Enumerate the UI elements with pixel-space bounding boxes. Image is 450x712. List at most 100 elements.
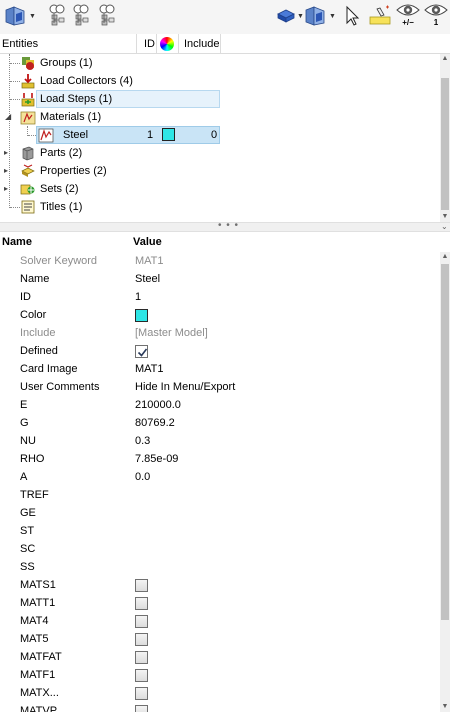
expand-icon[interactable]: ▸ xyxy=(4,166,8,176)
property-row[interactable]: E 210000.0 xyxy=(0,396,440,414)
tree-item-label: Load Collectors (4) xyxy=(40,75,133,87)
property-checkbox[interactable] xyxy=(135,633,148,646)
property-row[interactable]: MATF1 xyxy=(0,666,440,684)
property-name: Defined xyxy=(20,345,58,357)
property-row[interactable]: ST xyxy=(0,522,440,540)
color-wheel-icon[interactable] xyxy=(160,37,174,51)
tree-item-parts[interactable]: ▸ Parts (2) xyxy=(0,144,440,162)
property-value[interactable]: MAT1 xyxy=(135,360,164,378)
column-include[interactable]: Include xyxy=(184,34,219,54)
property-value[interactable]: 80769.2 xyxy=(135,414,175,432)
tree-item-label: Steel xyxy=(63,129,89,141)
highlight-button[interactable] xyxy=(368,4,392,28)
property-row[interactable]: ID 1 xyxy=(0,288,440,306)
property-name: MAT5 xyxy=(20,633,49,645)
tree-item-materials[interactable]: ◢ Materials (1) xyxy=(0,108,440,126)
property-row[interactable]: SS xyxy=(0,558,440,576)
property-row[interactable]: Color xyxy=(0,306,440,324)
property-row[interactable]: MAT5 xyxy=(0,630,440,648)
property-value[interactable]: 1 xyxy=(135,288,141,306)
property-value[interactable]: 210000.0 xyxy=(135,396,181,414)
panel-splitter[interactable]: • • • ⌄ xyxy=(0,220,450,232)
tree-item-sets[interactable]: ▸ Sets (2) xyxy=(0,180,440,198)
column-id[interactable]: ID xyxy=(144,34,155,54)
filter-button-2[interactable] xyxy=(70,4,92,28)
titles-icon xyxy=(21,200,35,214)
column-entities[interactable]: Entities xyxy=(2,34,38,54)
property-checkbox[interactable] xyxy=(135,651,148,664)
collapse-chevron-icon[interactable]: ⌄ xyxy=(441,222,449,231)
property-checkbox[interactable] xyxy=(135,669,148,682)
tree-item-properties[interactable]: ▸ Properties (2) xyxy=(0,162,440,180)
property-row[interactable]: Solver Keyword MAT1 xyxy=(0,252,440,270)
show-hide-toggle-button[interactable]: +/− xyxy=(396,2,420,32)
entity-select-button[interactable]: ▼ xyxy=(304,4,336,28)
tree-item-titles[interactable]: Titles (1) xyxy=(0,198,440,216)
highlighter-icon xyxy=(369,5,391,25)
property-row[interactable]: MATS1 xyxy=(0,576,440,594)
property-row[interactable]: A 0.0 xyxy=(0,468,440,486)
property-row[interactable]: TREF xyxy=(0,486,440,504)
property-row[interactable]: GE xyxy=(0,504,440,522)
tree-scrollbar[interactable]: ▲ ▼ xyxy=(440,54,450,222)
tree-item-load-collectors[interactable]: Load Collectors (4) xyxy=(0,72,440,90)
property-row[interactable]: G 80769.2 xyxy=(0,414,440,432)
tree-item-steel[interactable]: Steel 1 0 xyxy=(0,126,440,144)
scroll-down-icon[interactable]: ▼ xyxy=(440,212,450,222)
show-one-button[interactable]: 1 xyxy=(424,2,448,32)
collapse-icon[interactable]: ◢ xyxy=(5,112,11,122)
property-scrollbar[interactable]: ▲ ▼ xyxy=(440,252,450,712)
scrollbar-thumb[interactable] xyxy=(441,78,449,210)
filter-button-3[interactable] xyxy=(96,4,118,28)
property-name: MATF1 xyxy=(20,669,56,681)
tree-column-header: Entities ID Include xyxy=(0,34,450,54)
property-value[interactable]: Steel xyxy=(135,270,160,288)
property-checkbox[interactable] xyxy=(135,687,148,700)
blue-cube-button[interactable]: ▼ xyxy=(276,4,304,28)
property-checkbox[interactable] xyxy=(135,615,148,628)
property-value: [Master Model] xyxy=(135,327,208,339)
tree-item-load-steps[interactable]: Load Steps (1) xyxy=(0,90,440,108)
property-row[interactable]: MATT1 xyxy=(0,594,440,612)
property-value[interactable]: 0.0 xyxy=(135,468,150,486)
property-value[interactable]: Hide In Menu/Export xyxy=(135,378,235,396)
scroll-up-icon[interactable]: ▲ xyxy=(440,252,450,262)
property-row[interactable]: MAT4 xyxy=(0,612,440,630)
property-row[interactable]: NU 0.3 xyxy=(0,432,440,450)
pointer-button[interactable] xyxy=(344,4,360,28)
color-swatch[interactable] xyxy=(162,128,175,141)
entity-display-button[interactable]: ▼ xyxy=(4,4,36,28)
property-value[interactable]: 0.3 xyxy=(135,432,150,450)
property-value[interactable]: 7.85e-09 xyxy=(135,450,178,468)
scroll-down-icon[interactable]: ▼ xyxy=(440,702,450,712)
property-row[interactable]: MATX... xyxy=(0,684,440,702)
property-row[interactable]: MATFAT xyxy=(0,648,440,666)
property-checkbox[interactable] xyxy=(135,597,148,610)
property-row[interactable]: Defined xyxy=(0,342,440,360)
grip-icon: • • • xyxy=(218,220,240,231)
tree-item-label: Titles (1) xyxy=(40,201,83,213)
materials-icon xyxy=(20,111,36,125)
tree-item-groups[interactable]: Groups (1) xyxy=(0,54,440,72)
property-row[interactable]: User Comments Hide In Menu/Export xyxy=(0,378,440,396)
filter-button-1[interactable] xyxy=(46,4,68,28)
property-row[interactable]: RHO 7.85e-09 xyxy=(0,450,440,468)
property-name: MATFAT xyxy=(20,651,62,663)
scroll-up-icon[interactable]: ▲ xyxy=(440,54,450,64)
toolbar: ▼ ▼ ▼ +/− 1 xyxy=(0,0,450,34)
property-row[interactable]: SC xyxy=(0,540,440,558)
property-checkbox[interactable] xyxy=(135,579,148,592)
color-swatch[interactable] xyxy=(135,309,148,322)
property-checkbox[interactable] xyxy=(135,345,148,358)
property-row[interactable]: MATVP xyxy=(0,702,440,712)
scrollbar-thumb[interactable] xyxy=(441,264,449,620)
property-row[interactable]: Name Steel xyxy=(0,270,440,288)
property-name: Solver Keyword xyxy=(20,255,98,267)
expand-icon[interactable]: ▸ xyxy=(4,148,8,158)
expand-icon[interactable]: ▸ xyxy=(4,184,8,194)
property-row[interactable]: Card Image MAT1 xyxy=(0,360,440,378)
property-name: E xyxy=(20,399,28,411)
property-checkbox[interactable] xyxy=(135,705,148,712)
eye-one-label: 1 xyxy=(433,18,439,27)
property-row[interactable]: Include [Master Model] xyxy=(0,324,440,342)
